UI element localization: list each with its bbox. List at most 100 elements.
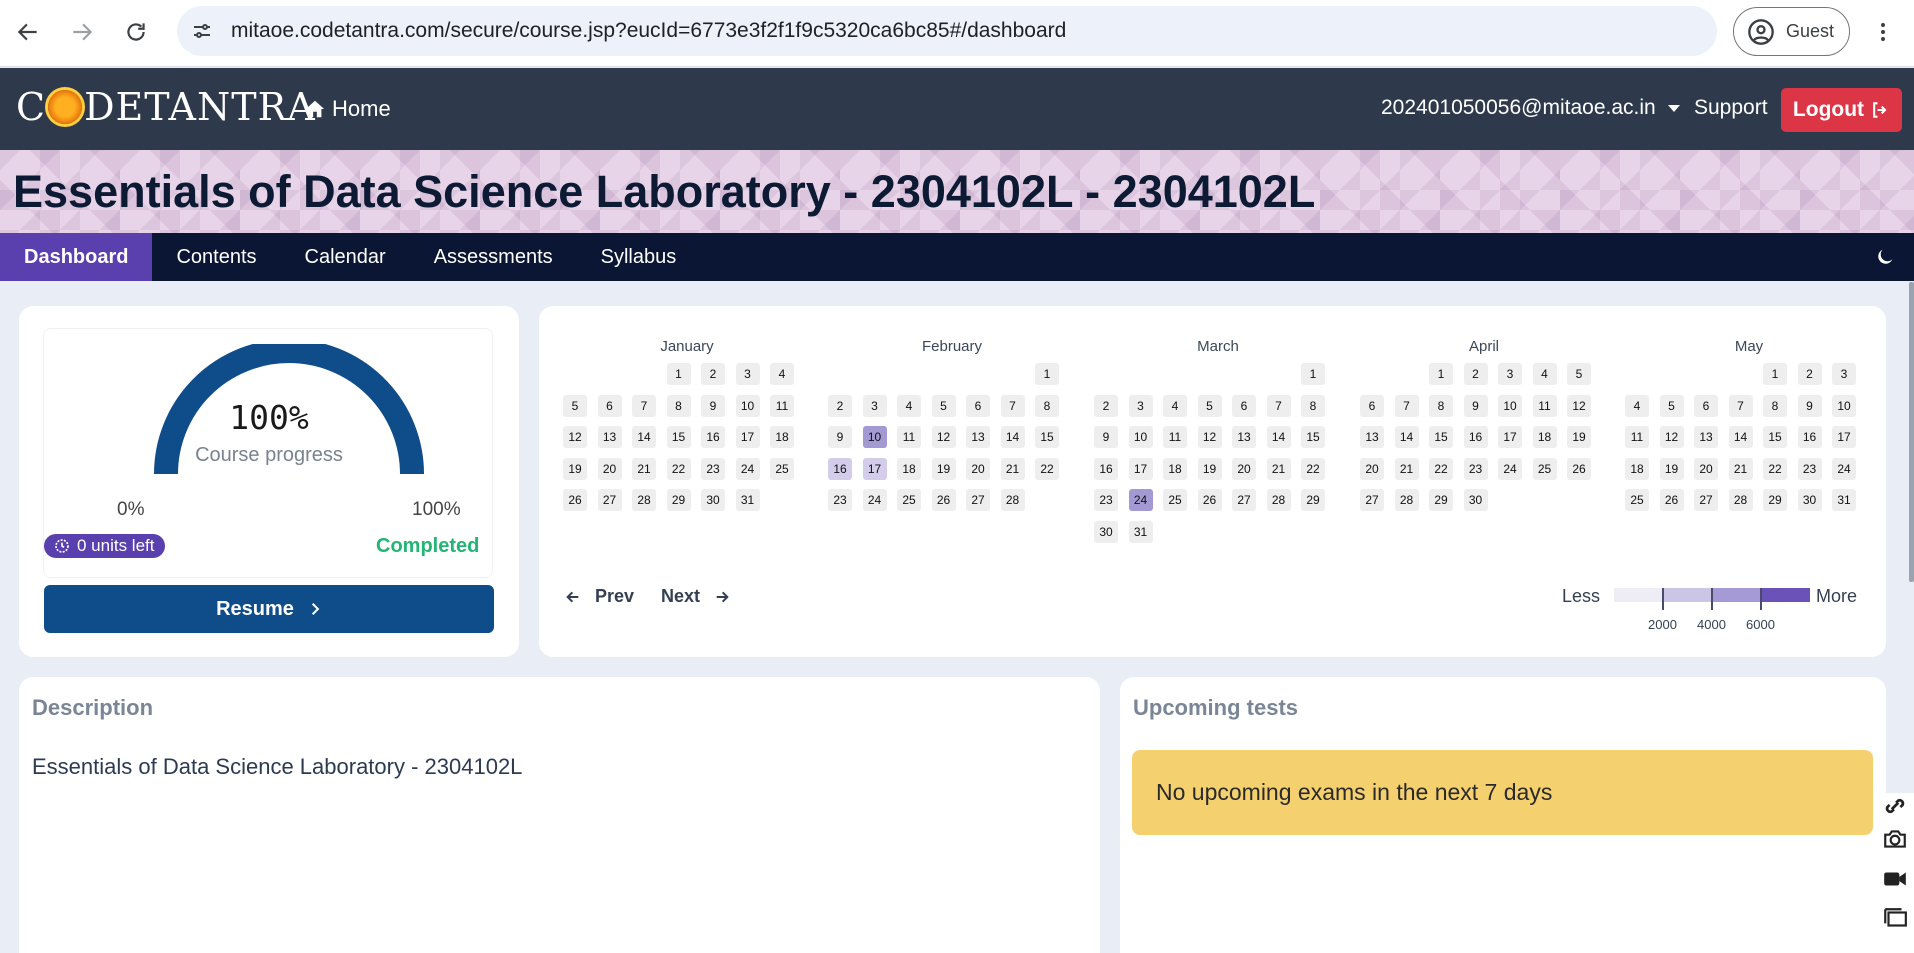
calendar-day[interactable]: 24 [1498,457,1522,480]
calendar-day[interactable]: 16 [1797,426,1822,448]
calendar-day[interactable]: 12 [1659,426,1684,448]
calendar-day[interactable]: 25 [897,489,921,511]
calendar-day[interactable]: 11 [1625,426,1649,448]
calendar-day[interactable]: 3 [1498,363,1522,385]
address-bar[interactable]: mitaoe.codetantra.com/secure/course.jsp?… [177,6,1717,56]
calendar-day[interactable]: 5 [1567,363,1591,385]
calendar-day[interactable]: 26 [1659,489,1684,511]
calendar-day[interactable]: 10 [1128,426,1153,448]
calendar-day[interactable]: 9 [701,394,725,417]
calendar-day[interactable]: 20 [1360,457,1384,480]
calendar-day[interactable]: 22 [1301,457,1325,480]
calendar-day[interactable]: 17 [862,457,887,480]
codetantra-logo[interactable]: C DETANTRA [16,85,316,129]
calendar-day[interactable]: 7 [1266,394,1291,417]
next-button[interactable]: Next [661,586,730,607]
calendar-day[interactable]: 21 [1000,457,1025,480]
calendar-day[interactable]: 1 [1429,363,1453,385]
calendar-day[interactable]: 18 [897,457,921,480]
calendar-day[interactable]: 28 [1394,489,1419,511]
site-info-icon[interactable] [187,16,217,46]
calendar-day[interactable]: 7 [1394,394,1419,417]
calendar-day[interactable]: 10 [735,394,760,417]
calendar-day[interactable]: 8 [1301,394,1325,417]
calendar-day[interactable]: 25 [770,457,794,480]
calendar-day[interactable]: 2 [1463,363,1488,385]
calendar-day[interactable]: 7 [1728,394,1753,417]
calendar-day[interactable]: 24 [862,489,887,511]
calendar-day[interactable]: 14 [1000,426,1025,448]
calendar-day[interactable]: 16 [1463,426,1488,448]
calendar-day[interactable]: 22 [1763,457,1787,480]
calendar-day[interactable]: 2 [1094,394,1118,417]
calendar-day[interactable]: 25 [1532,457,1557,480]
calendar-day[interactable]: 2 [701,363,725,385]
page-scrollbar[interactable] [1909,282,1914,582]
url-text[interactable]: mitaoe.codetantra.com/secure/course.jsp?… [231,19,1066,43]
calendar-day[interactable]: 7 [632,394,656,417]
calendar-day[interactable]: 7 [1000,394,1025,417]
calendar-day[interactable]: 31 [1832,489,1856,511]
calendar-day[interactable]: 21 [632,457,656,480]
forward-arrow-icon[interactable] [67,14,97,50]
calendar-day[interactable]: 30 [701,489,725,511]
calendar-day[interactable]: 5 [563,394,587,417]
calendar-day[interactable]: 6 [966,394,990,417]
calendar-day[interactable]: 3 [1128,394,1153,417]
calendar-day[interactable]: 19 [1197,457,1222,480]
calendar-day[interactable]: 27 [1232,489,1256,511]
calendar-day[interactable]: 4 [770,363,794,385]
calendar-day[interactable]: 13 [966,426,990,448]
calendar-day[interactable]: 1 [1301,363,1325,385]
calendar-day[interactable]: 1 [666,363,691,385]
calendar-day[interactable]: 29 [1763,489,1787,511]
calendar-day[interactable]: 10 [862,426,887,448]
tab-dashboard[interactable]: Dashboard [0,233,153,281]
calendar-day[interactable]: 22 [1429,457,1453,480]
calendar-day[interactable]: 29 [1429,489,1453,511]
profile-button[interactable]: Guest [1733,7,1850,56]
calendar-day[interactable]: 30 [1463,489,1488,511]
calendar-day[interactable]: 16 [828,457,852,480]
calendar-day[interactable]: 17 [1832,426,1856,448]
tab-assessments[interactable]: Assessments [410,233,577,281]
calendar-day[interactable]: 21 [1394,457,1419,480]
calendar-day[interactable]: 14 [1266,426,1291,448]
calendar-day[interactable]: 6 [1232,394,1256,417]
calendar-day[interactable]: 11 [1163,426,1187,448]
calendar-day[interactable]: 11 [897,426,921,448]
calendar-day[interactable]: 5 [1659,394,1684,417]
calendar-day[interactable]: 12 [1567,394,1591,417]
tab-contents[interactable]: Contents [152,233,280,281]
calendar-day[interactable]: 20 [1232,457,1256,480]
calendar-day[interactable]: 4 [897,394,921,417]
calendar-day[interactable]: 18 [770,426,794,448]
calendar-day[interactable]: 4 [1532,363,1557,385]
calendar-day[interactable]: 19 [1659,457,1684,480]
calendar-day[interactable]: 3 [735,363,760,385]
reload-icon[interactable] [121,14,151,50]
calendar-day[interactable]: 1 [1035,363,1059,385]
calendar-day[interactable]: 21 [1266,457,1291,480]
calendar-day[interactable]: 19 [931,457,956,480]
calendar-day[interactable]: 19 [563,457,587,480]
calendar-day[interactable]: 24 [1128,489,1153,511]
camera-icon[interactable] [1876,819,1914,859]
calendar-day[interactable]: 17 [735,426,760,448]
calendar-day[interactable]: 18 [1163,457,1187,480]
calendar-day[interactable]: 20 [1694,457,1718,480]
calendar-day[interactable]: 20 [597,457,622,480]
calendar-day[interactable]: 3 [1832,363,1856,385]
calendar-day[interactable]: 21 [1728,457,1753,480]
calendar-day[interactable]: 28 [1728,489,1753,511]
calendar-day[interactable]: 23 [1797,457,1822,480]
calendar-day[interactable]: 6 [1694,394,1718,417]
calendar-day[interactable]: 15 [1301,426,1325,448]
calendar-day[interactable]: 25 [1625,489,1649,511]
calendar-day[interactable]: 14 [632,426,656,448]
calendar-day[interactable]: 26 [1197,489,1222,511]
link-icon[interactable] [1876,793,1914,819]
calendar-day[interactable]: 16 [1094,457,1118,480]
calendar-day[interactable]: 19 [1567,426,1591,448]
calendar-day[interactable]: 23 [1463,457,1488,480]
